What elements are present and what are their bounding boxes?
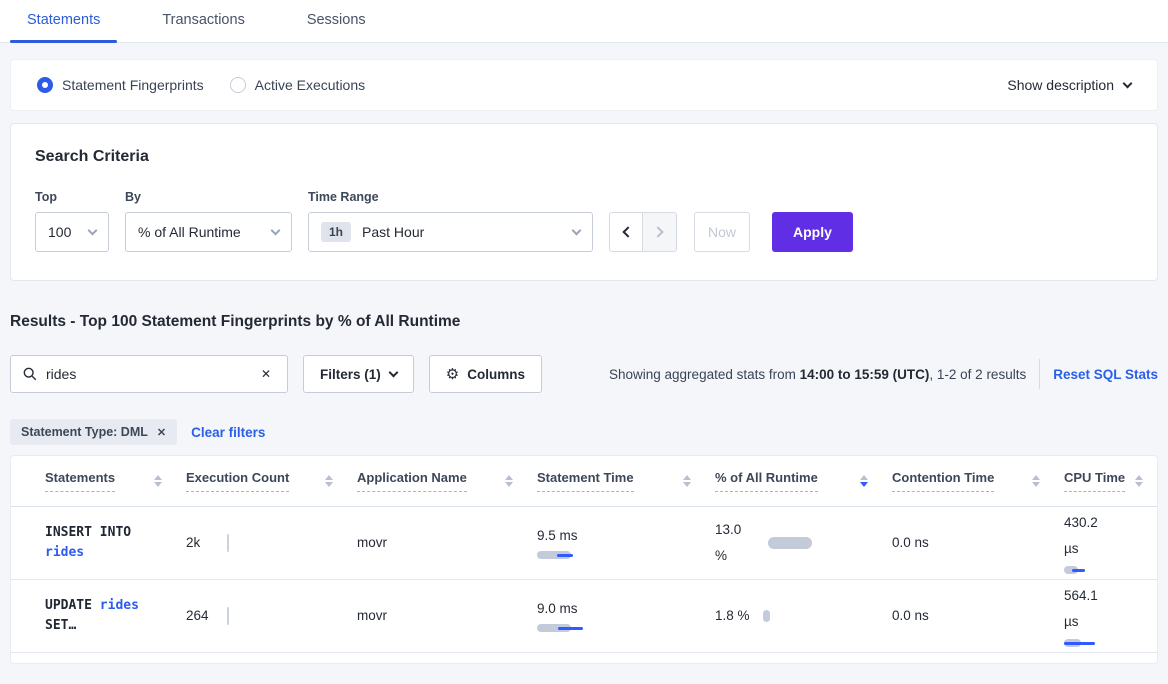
count-bar [227,534,229,552]
show-description-toggle[interactable]: Show description [1007,77,1131,93]
stats-summary: Showing aggregated stats from 14:00 to 1… [609,367,1026,382]
statement-link[interactable]: rides [45,545,84,560]
column-header-contention-time[interactable]: Contention Time [882,456,1054,506]
statement-row[interactable]: INSERT INTO rides 2k movr 9.5 ms 13.0 % … [11,506,1157,579]
now-button[interactable]: Now [694,212,750,252]
radio-active-executions[interactable]: Active Executions [230,77,366,93]
column-header-statement-time[interactable]: Statement Time [527,456,705,506]
column-header-application-name[interactable]: Application Name [347,456,527,506]
by-label: By [125,190,292,204]
chevron-down-icon [1123,78,1133,88]
active-filters-row: Statement Type: DML ✕ Clear filters [10,419,1158,445]
contention-time-cell: 0.0 ns [882,506,1054,579]
sort-icon[interactable] [860,475,868,487]
metric-bar [537,550,691,560]
sort-icon[interactable] [325,475,333,487]
cpu-time-cell: 564.1 µs [1054,579,1157,652]
time-range-select[interactable]: 1h Past Hour [308,212,593,252]
tab-transactions[interactable]: Transactions [145,0,261,42]
radio-selected-icon[interactable] [37,77,53,93]
application-name-cell: movr [347,579,527,652]
statement-cell: INSERT INTO rides [11,506,176,579]
search-icon [23,367,37,381]
vertical-divider [1039,359,1040,389]
apply-button[interactable]: Apply [772,212,853,252]
runtime-pct-cell: 13.0 % [705,506,882,579]
previous-time-range-button[interactable] [610,213,643,251]
clear-search-icon[interactable]: ✕ [257,365,275,383]
table-header-row: Statements Execution Count Application N… [11,456,1157,506]
sort-icon[interactable] [154,475,162,487]
chevron-down-icon [271,226,281,236]
column-header-of-all-runtime[interactable]: % of All Runtime [705,456,882,506]
chevron-right-icon [652,226,663,237]
time-range-badge: 1h [321,222,351,242]
sort-icon[interactable] [1032,475,1040,487]
statement-time-cell: 9.5 ms [527,506,705,579]
statement-link[interactable]: rides [100,598,139,613]
columns-button[interactable]: ⚙ Columns [429,355,542,393]
search-input[interactable] [46,366,257,382]
application-name-cell: movr [347,506,527,579]
chevron-down-icon [88,226,98,236]
results-heading: Results - Top 100 Statement Fingerprints… [10,313,1158,331]
remove-filter-icon[interactable]: ✕ [157,426,166,439]
reset-sql-stats-link[interactable]: Reset SQL Stats [1053,367,1158,382]
column-header-cpu-time[interactable]: CPU Time [1054,456,1157,506]
search-box[interactable]: ✕ [10,355,288,393]
chevron-down-icon [388,368,398,378]
sql-activity-page: Statements Transactions Sessions Stateme… [0,0,1168,684]
radio-label: Active Executions [255,77,366,93]
tab-sessions[interactable]: Sessions [290,0,383,42]
metric-bar [1064,565,1143,575]
metric-bar [537,623,691,633]
chevron-down-icon [572,226,582,236]
execution-count-cell: 264 [176,579,347,652]
tab-statements[interactable]: Statements [10,0,117,42]
column-header-statements[interactable]: Statements [11,456,176,506]
next-time-range-button[interactable] [643,213,676,251]
gear-icon: ⚙ [446,365,459,383]
view-mode-bar: Statement Fingerprints Active Executions… [10,59,1158,111]
chevron-left-icon [622,226,633,237]
radio-label: Statement Fingerprints [62,77,204,93]
top-select[interactable]: 100 [35,212,109,252]
radio-unselected-icon[interactable] [230,77,246,93]
cpu-time-cell: 430.2 µs [1054,506,1157,579]
search-criteria-title: Search Criteria [35,148,1133,166]
by-select[interactable]: % of All Runtime [125,212,292,252]
radio-statement-fingerprints[interactable]: Statement Fingerprints [37,77,204,93]
statement-row[interactable]: UPDATE rides SET… 264 movr 9.0 ms 1.8 % … [11,579,1157,652]
metric-bar [768,537,812,549]
clear-filters-link[interactable]: Clear filters [191,425,265,440]
execution-count-cell: 2k [176,506,347,579]
table-body: INSERT INTO rides 2k movr 9.5 ms 13.0 % … [11,506,1157,652]
column-header-execution-count[interactable]: Execution Count [176,456,347,506]
time-range-label: Time Range [308,190,593,204]
tab-bar: Statements Transactions Sessions [0,0,1168,43]
search-criteria-card: Search Criteria Top 100 By % of All Runt… [10,123,1158,281]
runtime-pct-cell: 1.8 % [705,579,882,652]
metric-bar [763,610,770,622]
results-toolbar: ✕ Filters (1) ⚙ Columns Showing aggregat… [10,355,1158,393]
statements-table-card: Statements Execution Count Application N… [10,455,1158,664]
time-range-arrows [609,212,677,252]
metric-bar [1064,638,1143,648]
sort-icon[interactable] [683,475,691,487]
statement-cell: UPDATE rides SET… [11,579,176,652]
sort-icon[interactable] [505,475,513,487]
count-bar [227,607,229,625]
statement-time-cell: 9.0 ms [527,579,705,652]
filters-button[interactable]: Filters (1) [303,355,414,393]
filter-chip-statement-type[interactable]: Statement Type: DML ✕ [10,419,177,445]
sort-icon[interactable] [1135,475,1143,487]
top-label: Top [35,190,109,204]
statements-table: Statements Execution Count Application N… [11,456,1157,653]
contention-time-cell: 0.0 ns [882,579,1054,652]
stats-period: 14:00 to 15:59 (UTC) [800,367,930,382]
